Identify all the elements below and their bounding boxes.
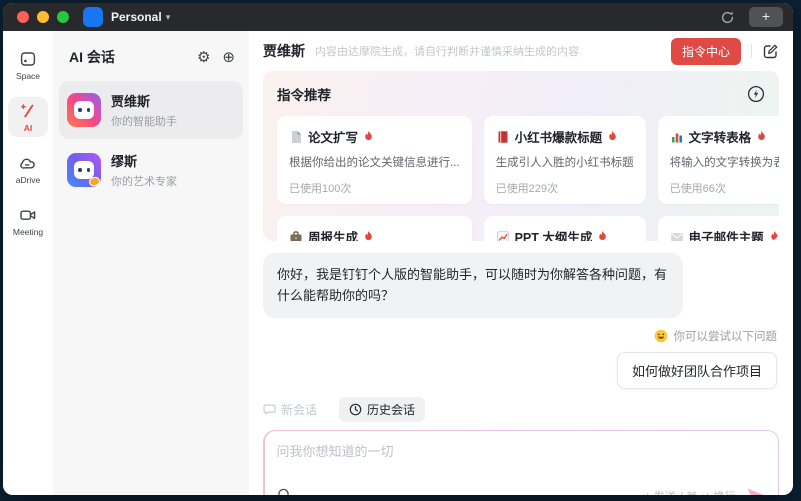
composer: ↵ 发送 / ⌘ ↵ 换行 (263, 430, 779, 495)
new-tab-button[interactable]: + (749, 7, 783, 27)
fire-icon (597, 230, 608, 241)
chevron-down-icon[interactable]: ▾ (166, 12, 171, 23)
nav-item-meeting[interactable]: Meeting (8, 201, 48, 241)
traffic-lights (17, 11, 69, 23)
chat-bubble-icon (263, 403, 276, 416)
video-camera-icon (19, 206, 37, 224)
red-book-icon (496, 130, 510, 144)
nav-item-ai[interactable]: AI (8, 97, 48, 137)
new-conversation-icon[interactable]: ⊕ (222, 48, 235, 66)
nav-item-space[interactable]: Space (8, 45, 48, 85)
fire-icon (363, 230, 374, 241)
history-session-button[interactable]: 历史会话 (339, 397, 425, 422)
sidebar-title: AI 会话 (69, 47, 185, 67)
ai-disclaimer: 内容由达摩院生成，请自行判断并谨慎采纳生成的内容 (315, 43, 661, 59)
app-window: Personal ▾ + Space AI (3, 3, 793, 495)
muse-avatar (67, 153, 101, 187)
conversation-item-muse[interactable]: 缪斯 你的艺术专家 (59, 141, 243, 199)
envelope-icon (670, 230, 684, 242)
conversation-item-jarvis[interactable]: 贾维斯 你的智能助手 (59, 81, 243, 139)
suggestion-hint-label: 你可以尝试以下问题 (674, 328, 778, 344)
space-icon (19, 50, 37, 68)
chat-main: 贾维斯 内容由达摩院生成，请自行判断并谨慎采纳生成的内容 指令中心 指令推荐 (249, 31, 793, 495)
conversation-name: 缪斯 (111, 151, 177, 170)
send-shortcut-hint: ↵ 发送 / ⌘ ↵ 换行 (641, 488, 736, 495)
fire-icon (607, 130, 618, 143)
assistant-message-bubble: 你好，我是钉钉个人版的智能助手，可以随时为你解答各种问题，有什么能帮助你的吗？ (263, 253, 683, 318)
prompt-card-text-to-table[interactable]: 文字转表格 将输入的文字转换为表格 已使用66次 (658, 116, 779, 204)
nav-label-adrive: aDrive (16, 175, 41, 185)
nav-item-adrive[interactable]: aDrive (8, 149, 48, 189)
prompt-card-xiaohongshu-title[interactable]: 小红书爆款标题 生成引人入胜的小红书标题 已使用229次 (484, 116, 646, 204)
bar-chart-icon (670, 130, 684, 144)
app-logo-icon (83, 7, 103, 27)
conversation-sidebar: AI 会话 ⚙ ⊕ 贾维斯 你的智能助手 缪斯 你的艺术专家 (53, 31, 249, 495)
header-divider (751, 44, 752, 58)
nav-label-meeting: Meeting (13, 227, 43, 237)
zoom-window-button[interactable] (57, 11, 69, 23)
minimize-window-button[interactable] (37, 11, 49, 23)
document-icon (289, 130, 303, 144)
message-input[interactable] (277, 441, 766, 477)
compose-icon[interactable] (762, 43, 779, 60)
jarvis-avatar (67, 93, 101, 127)
nav-rail: Space AI aDrive Meeting (3, 31, 53, 495)
lightbulb-icon[interactable] (277, 488, 290, 495)
workspace-title[interactable]: Personal (111, 10, 162, 24)
recommend-panel: 指令推荐 论文扩写 根据你给出的论文关键信息进行... 已使用100次 (263, 71, 779, 241)
conversation-name: 贾维斯 (111, 91, 177, 110)
settings-gear-icon[interactable]: ⚙ (197, 48, 210, 66)
nav-label-ai: AI (24, 123, 33, 133)
prompt-card-email-subject[interactable]: 电子邮件主题 (658, 216, 779, 241)
suggested-question-button[interactable]: 如何做好团队合作项目 (617, 352, 777, 389)
smiley-icon (654, 329, 668, 343)
send-icon[interactable] (746, 487, 766, 495)
nav-label-space: Space (16, 71, 40, 81)
prompt-card-weekly-report[interactable]: 周报生成 (277, 216, 472, 241)
history-clock-icon (349, 403, 362, 416)
close-window-button[interactable] (17, 11, 29, 23)
line-chart-icon (496, 230, 510, 242)
recommend-title: 指令推荐 (277, 84, 331, 104)
command-center-button[interactable]: 指令中心 (671, 38, 741, 65)
prompt-card-ppt-outline[interactable]: PPT 大纲生成 (484, 216, 646, 241)
cloud-drive-icon (19, 154, 37, 172)
fire-icon (769, 230, 779, 241)
titlebar: Personal ▾ + (3, 3, 793, 31)
new-session-button[interactable]: 新会话 (263, 397, 327, 422)
briefcase-icon (289, 230, 303, 242)
fire-icon (756, 130, 767, 143)
refresh-bolt-icon[interactable] (747, 85, 765, 103)
sync-icon[interactable] (720, 10, 735, 25)
conversation-desc: 你的智能助手 (111, 113, 177, 129)
ai-magic-pen-icon (19, 102, 37, 120)
palette-icon (88, 176, 101, 188)
fire-icon (363, 130, 374, 143)
conversation-desc: 你的艺术专家 (111, 173, 177, 189)
assistant-title: 贾维斯 (263, 41, 305, 61)
prompt-card-paper-expand[interactable]: 论文扩写 根据你给出的论文关键信息进行... 已使用100次 (277, 116, 472, 204)
